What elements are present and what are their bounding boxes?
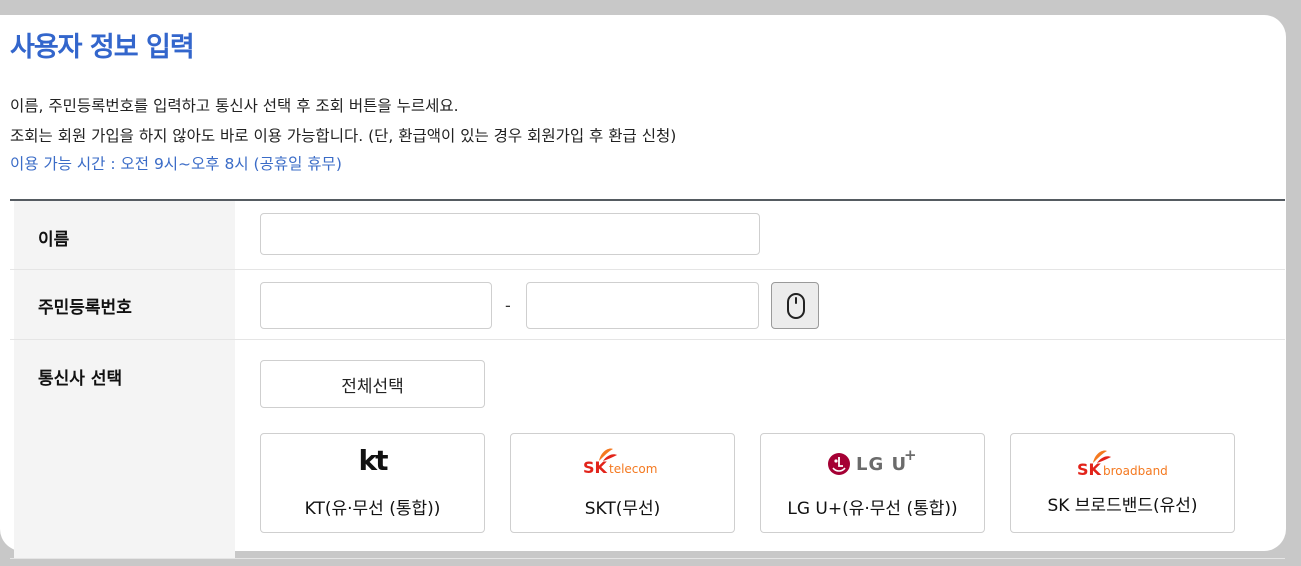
carrier-label: 통신사 선택 — [38, 369, 123, 389]
select-all-button[interactable]: 전체선택 — [260, 360, 485, 408]
lg-logo-text: LG U — [856, 454, 908, 475]
carrier-name: KT(유·무선 (통합)) — [304, 499, 441, 519]
carrier-skt-button[interactable]: SK telecom SKT(무선) — [510, 433, 735, 533]
sk-telecom-logo-icon: SK telecom — [511, 448, 734, 480]
user-info-panel: 사용자 정보 입력 이름, 주민등록번호를 입력하고 통신사 선택 후 조회 버… — [0, 15, 1286, 559]
name-row: 이름 — [10, 201, 1285, 270]
label-cell: 통신사 선택 — [14, 340, 235, 558]
carrier-lgu-button[interactable]: LG U + LG U+(유·무선 (통합)) — [760, 433, 985, 533]
page-title: 사용자 정보 입력 — [10, 32, 195, 63]
name-input[interactable] — [260, 213, 760, 255]
hours-notice: 이용 가능 시간 : 오전 9시~오후 8시 (공휴일 휴무) — [10, 155, 342, 173]
sk-logo-subtext: broadband — [1103, 464, 1168, 478]
lg-uplus-logo-icon: LG U + — [761, 446, 984, 480]
carrier-row: 통신사 선택 전체선택 kt KT(유·무선 (통합)) SK telecom — [10, 340, 1285, 559]
lg-face-icon — [828, 453, 850, 475]
virtual-keypad-button[interactable] — [771, 282, 819, 329]
rrn-separator: - — [505, 296, 511, 315]
name-label: 이름 — [38, 230, 70, 250]
instruction-text: 이름, 주민등록번호를 입력하고 통신사 선택 후 조회 버튼을 누르세요. — [10, 97, 459, 115]
carrier-kt-button[interactable]: kt KT(유·무선 (통합)) — [260, 433, 485, 533]
carrier-skb-button[interactable]: SK broadband SK 브로드밴드(유선) — [1010, 433, 1235, 533]
rrn-first-input[interactable] — [260, 282, 492, 329]
lg-logo-plus: + — [904, 446, 917, 464]
mouse-icon — [787, 293, 805, 319]
sk-broadband-logo-icon: SK broadband — [1011, 448, 1234, 480]
instruction-text-note: 조회는 회원 가입을 하지 않아도 바로 이용 가능합니다. (단, 환급액이 … — [10, 127, 677, 145]
sk-logo-subtext: telecom — [609, 462, 658, 476]
label-cell: 이름 — [14, 201, 235, 269]
rrn-row: 주민등록번호 - — [10, 270, 1285, 340]
label-cell: 주민등록번호 — [14, 270, 235, 339]
carrier-name: LG U+(유·무선 (통합)) — [787, 499, 958, 519]
sk-logo-text: SK — [583, 458, 607, 477]
carrier-name: SKT(무선) — [584, 499, 661, 519]
kt-logo-text: kt — [358, 444, 388, 477]
rrn-second-input[interactable] — [526, 282, 759, 329]
user-info-form: 이름 주민등록번호 - 통신사 선택 전체선택 kt KT(유·무선 (통합))… — [10, 199, 1285, 561]
carrier-name: SK 브로드밴드(유선) — [1047, 496, 1198, 516]
rrn-label: 주민등록번호 — [38, 298, 132, 318]
sk-logo-text: SK — [1077, 460, 1101, 479]
kt-logo-icon: kt — [261, 444, 484, 480]
